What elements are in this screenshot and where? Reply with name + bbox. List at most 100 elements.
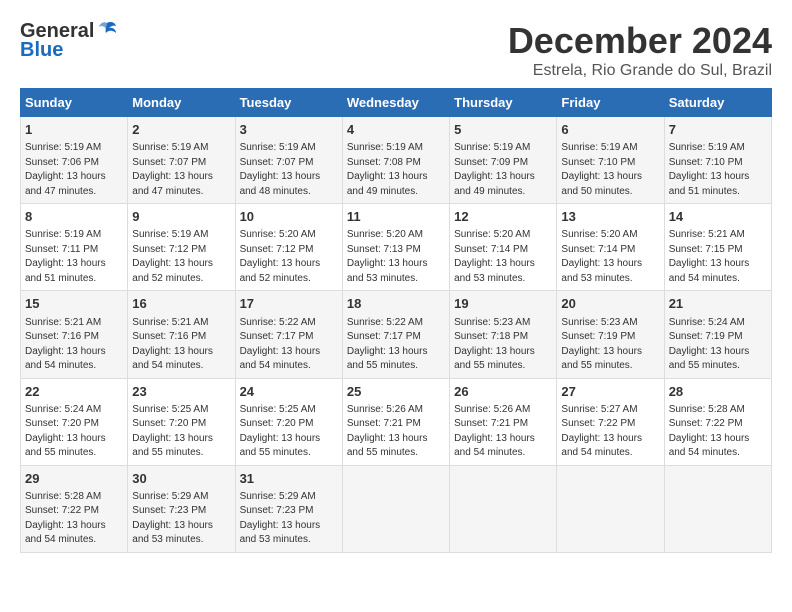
- day-info: Sunrise: 5:19 AM Sunset: 7:08 PM Dayligh…: [347, 141, 445, 199]
- day-number: 17: [240, 295, 338, 313]
- week-row-3: 15 Sunrise: 5:21 AM Sunset: 7:16 PM Dayli…: [21, 291, 772, 378]
- day-number: 14: [669, 208, 767, 226]
- day-cell-25: 25Sunrise: 5:26 AM Sunset: 7:21 PM Dayli…: [342, 378, 449, 465]
- day-info: Sunrise: 5:23 AM Sunset: 7:18 PM Dayligh…: [454, 316, 552, 374]
- day-number: 7: [669, 121, 767, 139]
- day-cell-4: 4 Sunrise: 5:19 AM Sunset: 7:08 PM Daylig…: [342, 117, 449, 204]
- day-info: Sunrise: 5:20 AM Sunset: 7:12 PM Dayligh…: [240, 228, 338, 286]
- day-info: Sunrise: 5:28 AM Sunset: 7:22 PM Dayligh…: [25, 490, 123, 548]
- day-info: Sunrise: 5:26 AM Sunset: 7:21 PM Dayligh…: [454, 403, 552, 461]
- day-info: Sunrise: 5:20 AM Sunset: 7:13 PM Dayligh…: [347, 228, 445, 286]
- day-cell-17: 17Sunrise: 5:22 AM Sunset: 7:17 PM Dayli…: [235, 291, 342, 378]
- day-number: 21: [669, 295, 767, 313]
- day-cell-6: 6 Sunrise: 5:19 AM Sunset: 7:10 PM Daylig…: [557, 117, 664, 204]
- day-info: Sunrise: 5:22 AM Sunset: 7:17 PM Dayligh…: [347, 316, 445, 374]
- day-cell-8: 8Sunrise: 5:19 AM Sunset: 7:11 PM Daylig…: [21, 204, 128, 291]
- empty-cell: [450, 465, 557, 552]
- day-info: Sunrise: 5:19 AM Sunset: 7:09 PM Dayligh…: [454, 141, 552, 199]
- week-row-2: 8Sunrise: 5:19 AM Sunset: 7:11 PM Daylig…: [21, 204, 772, 291]
- day-number: 24: [240, 383, 338, 401]
- day-number: 15: [25, 295, 123, 313]
- day-cell-27: 27 Sunrise: 5:27 AM Sunset: 7:22 PM Dayli…: [557, 378, 664, 465]
- day-number: 29: [25, 470, 123, 488]
- day-number: 30: [132, 470, 230, 488]
- day-number: 4: [347, 121, 445, 139]
- day-number: 28: [669, 383, 767, 401]
- day-info: Sunrise: 5:19 AM Sunset: 7:07 PM Dayligh…: [240, 141, 338, 199]
- day-cell-14: 14 Sunrise: 5:21 AM Sunset: 7:15 PM Dayli…: [664, 204, 771, 291]
- day-cell-7: 7Sunrise: 5:19 AM Sunset: 7:10 PM Daylig…: [664, 117, 771, 204]
- day-info: Sunrise: 5:24 AM Sunset: 7:19 PM Dayligh…: [669, 316, 767, 374]
- title-area: December 2024 Estrela, Rio Grande do Sul…: [508, 20, 772, 80]
- day-number: 16: [132, 295, 230, 313]
- day-number: 5: [454, 121, 552, 139]
- day-number: 10: [240, 208, 338, 226]
- day-info: Sunrise: 5:20 AM Sunset: 7:14 PM Dayligh…: [454, 228, 552, 286]
- day-number: 22: [25, 383, 123, 401]
- day-info: Sunrise: 5:21 AM Sunset: 7:15 PM Dayligh…: [669, 228, 767, 286]
- month-title: December 2024: [508, 20, 772, 62]
- empty-cell: [342, 465, 449, 552]
- day-cell-10: 10 Sunrise: 5:20 AM Sunset: 7:12 PM Dayli…: [235, 204, 342, 291]
- week-row-5: 29 Sunrise: 5:28 AM Sunset: 7:22 PM Dayli…: [21, 465, 772, 552]
- day-cell-28: 28 Sunrise: 5:28 AM Sunset: 7:22 PM Dayli…: [664, 378, 771, 465]
- day-number: 12: [454, 208, 552, 226]
- day-number: 26: [454, 383, 552, 401]
- day-cell-31: 31Sunrise: 5:29 AM Sunset: 7:23 PM Dayli…: [235, 465, 342, 552]
- day-number: 1: [25, 121, 123, 139]
- logo-blue-text: Blue: [20, 39, 63, 62]
- day-cell-26: 26 Sunrise: 5:26 AM Sunset: 7:21 PM Dayli…: [450, 378, 557, 465]
- day-header-sunday: Sunday: [21, 89, 128, 117]
- day-info: Sunrise: 5:19 AM Sunset: 7:10 PM Dayligh…: [561, 141, 659, 199]
- logo-bird-icon: [96, 19, 118, 41]
- day-header-wednesday: Wednesday: [342, 89, 449, 117]
- day-info: Sunrise: 5:19 AM Sunset: 7:11 PM Dayligh…: [25, 228, 123, 286]
- days-header-row: SundayMondayTuesdayWednesdayThursdayFrid…: [21, 89, 772, 117]
- day-cell-20: 20 Sunrise: 5:23 AM Sunset: 7:19 PM Dayli…: [557, 291, 664, 378]
- day-cell-19: 19 Sunrise: 5:23 AM Sunset: 7:18 PM Dayli…: [450, 291, 557, 378]
- day-cell-1: 1 Sunrise: 5:19 AM Sunset: 7:06 PM Daylig…: [21, 117, 128, 204]
- day-header-monday: Monday: [128, 89, 235, 117]
- day-number: 13: [561, 208, 659, 226]
- day-number: 20: [561, 295, 659, 313]
- calendar-table: SundayMondayTuesdayWednesdayThursdayFrid…: [20, 88, 772, 553]
- location: Estrela, Rio Grande do Sul, Brazil: [508, 62, 772, 80]
- day-header-saturday: Saturday: [664, 89, 771, 117]
- day-cell-30: 30 Sunrise: 5:29 AM Sunset: 7:23 PM Dayli…: [128, 465, 235, 552]
- day-number: 25: [347, 383, 445, 401]
- day-cell-12: 12 Sunrise: 5:20 AM Sunset: 7:14 PM Dayli…: [450, 204, 557, 291]
- day-info: Sunrise: 5:29 AM Sunset: 7:23 PM Dayligh…: [132, 490, 230, 548]
- header-area: General Blue December 2024 Estrela, Rio …: [20, 20, 772, 80]
- day-number: 19: [454, 295, 552, 313]
- day-cell-5: 5 Sunrise: 5:19 AM Sunset: 7:09 PM Daylig…: [450, 117, 557, 204]
- day-number: 27: [561, 383, 659, 401]
- day-info: Sunrise: 5:20 AM Sunset: 7:14 PM Dayligh…: [561, 228, 659, 286]
- day-cell-15: 15 Sunrise: 5:21 AM Sunset: 7:16 PM Dayli…: [21, 291, 128, 378]
- day-cell-16: 16 Sunrise: 5:21 AM Sunset: 7:16 PM Dayli…: [128, 291, 235, 378]
- day-cell-3: 3Sunrise: 5:19 AM Sunset: 7:07 PM Daylig…: [235, 117, 342, 204]
- day-number: 23: [132, 383, 230, 401]
- day-cell-24: 24 Sunrise: 5:25 AM Sunset: 7:20 PM Dayli…: [235, 378, 342, 465]
- day-header-friday: Friday: [557, 89, 664, 117]
- empty-cell: [664, 465, 771, 552]
- day-info: Sunrise: 5:19 AM Sunset: 7:06 PM Dayligh…: [25, 141, 123, 199]
- day-number: 6: [561, 121, 659, 139]
- day-info: Sunrise: 5:27 AM Sunset: 7:22 PM Dayligh…: [561, 403, 659, 461]
- day-info: Sunrise: 5:28 AM Sunset: 7:22 PM Dayligh…: [669, 403, 767, 461]
- day-info: Sunrise: 5:21 AM Sunset: 7:16 PM Dayligh…: [25, 316, 123, 374]
- week-row-4: 22 Sunrise: 5:24 AM Sunset: 7:20 PM Dayli…: [21, 378, 772, 465]
- day-info: Sunrise: 5:21 AM Sunset: 7:16 PM Dayligh…: [132, 316, 230, 374]
- day-info: Sunrise: 5:23 AM Sunset: 7:19 PM Dayligh…: [561, 316, 659, 374]
- day-cell-23: 23Sunrise: 5:25 AM Sunset: 7:20 PM Dayli…: [128, 378, 235, 465]
- day-cell-9: 9Sunrise: 5:19 AM Sunset: 7:12 PM Daylig…: [128, 204, 235, 291]
- day-info: Sunrise: 5:24 AM Sunset: 7:20 PM Dayligh…: [25, 403, 123, 461]
- logo: General Blue: [20, 20, 118, 62]
- day-info: Sunrise: 5:25 AM Sunset: 7:20 PM Dayligh…: [240, 403, 338, 461]
- day-cell-2: 2Sunrise: 5:19 AM Sunset: 7:07 PM Daylig…: [128, 117, 235, 204]
- day-cell-18: 18Sunrise: 5:22 AM Sunset: 7:17 PM Dayli…: [342, 291, 449, 378]
- empty-cell: [557, 465, 664, 552]
- day-number: 9: [132, 208, 230, 226]
- day-cell-21: 21 Sunrise: 5:24 AM Sunset: 7:19 PM Dayli…: [664, 291, 771, 378]
- day-cell-29: 29 Sunrise: 5:28 AM Sunset: 7:22 PM Dayli…: [21, 465, 128, 552]
- day-info: Sunrise: 5:19 AM Sunset: 7:07 PM Dayligh…: [132, 141, 230, 199]
